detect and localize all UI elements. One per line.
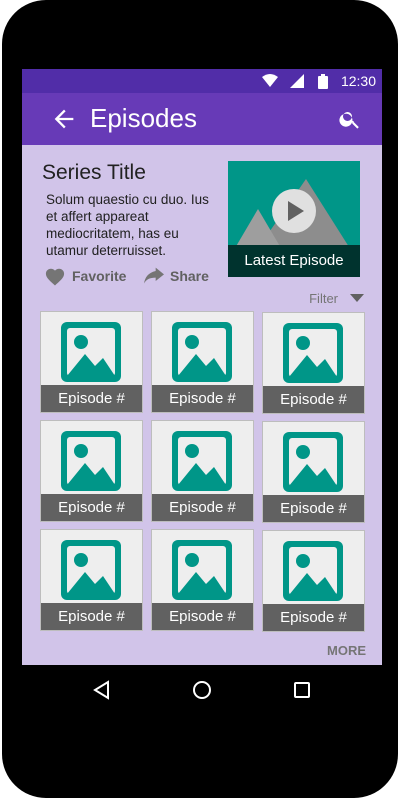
episode-label: Episode # <box>41 494 142 521</box>
system-nav-bar <box>22 670 382 710</box>
battery-icon <box>318 74 328 89</box>
more-button[interactable]: MORE <box>327 643 366 658</box>
image-icon <box>283 541 343 601</box>
episode-card[interactable]: Episode # <box>40 420 143 522</box>
episode-card[interactable]: Episode # <box>262 312 365 414</box>
latest-episode-card[interactable]: Latest Episode <box>228 161 360 277</box>
image-icon <box>283 432 343 492</box>
wifi-icon <box>262 74 278 87</box>
filter-label: Filter <box>309 290 338 306</box>
episode-card[interactable]: Episode # <box>262 421 365 523</box>
image-icon <box>283 323 343 383</box>
episode-label: Episode # <box>152 603 253 630</box>
play-icon[interactable] <box>272 189 316 233</box>
series-title: Series Title <box>42 161 146 184</box>
status-time: 12:30 <box>340 73 376 89</box>
share-label: Share <box>170 268 209 284</box>
episode-label: Episode # <box>263 604 364 631</box>
heart-icon <box>45 268 65 286</box>
favorite-label: Favorite <box>72 268 127 284</box>
app-bar: Episodes <box>22 93 382 145</box>
episode-card[interactable]: Episode # <box>151 311 254 413</box>
episode-label: Episode # <box>152 494 253 521</box>
status-bar: 12:30 <box>22 69 382 93</box>
episode-label: Episode # <box>152 385 253 412</box>
nav-home-icon[interactable] <box>192 680 212 700</box>
favorite-button[interactable]: Favorite <box>44 265 126 287</box>
image-icon <box>172 322 232 382</box>
arrow-back-icon[interactable] <box>50 105 78 133</box>
screen: 12:30 Episodes Series Title Solum quaest… <box>22 69 382 665</box>
page-title: Episodes <box>90 103 197 133</box>
episode-card[interactable]: Episode # <box>262 530 365 632</box>
episode-card[interactable]: Episode # <box>151 420 254 522</box>
latest-episode-caption: Latest Episode <box>228 245 360 277</box>
phone-frame: 12:30 Episodes Series Title Solum quaest… <box>2 0 398 798</box>
series-description: Solum quaestio cu duo. Ius et affert app… <box>46 192 209 258</box>
signal-icon <box>290 74 304 88</box>
image-icon <box>61 322 121 382</box>
nav-back-icon[interactable] <box>92 680 112 700</box>
image-icon <box>172 431 232 491</box>
episode-label: Episode # <box>263 386 364 413</box>
image-icon <box>172 540 232 600</box>
episode-label: Episode # <box>41 385 142 412</box>
chevron-down-icon <box>350 294 364 302</box>
episode-card[interactable]: Episode # <box>40 529 143 631</box>
nav-recents-icon[interactable] <box>292 680 312 700</box>
episode-label: Episode # <box>263 495 364 522</box>
share-arrow-icon <box>144 267 164 284</box>
search-icon[interactable] <box>338 107 362 131</box>
episode-label: Episode # <box>41 603 142 630</box>
image-icon <box>61 431 121 491</box>
filter-dropdown[interactable]: Filter <box>309 289 364 307</box>
episode-card[interactable]: Episode # <box>40 311 143 413</box>
share-button[interactable]: Share <box>144 265 209 287</box>
episode-card[interactable]: Episode # <box>151 529 254 631</box>
image-icon <box>61 540 121 600</box>
